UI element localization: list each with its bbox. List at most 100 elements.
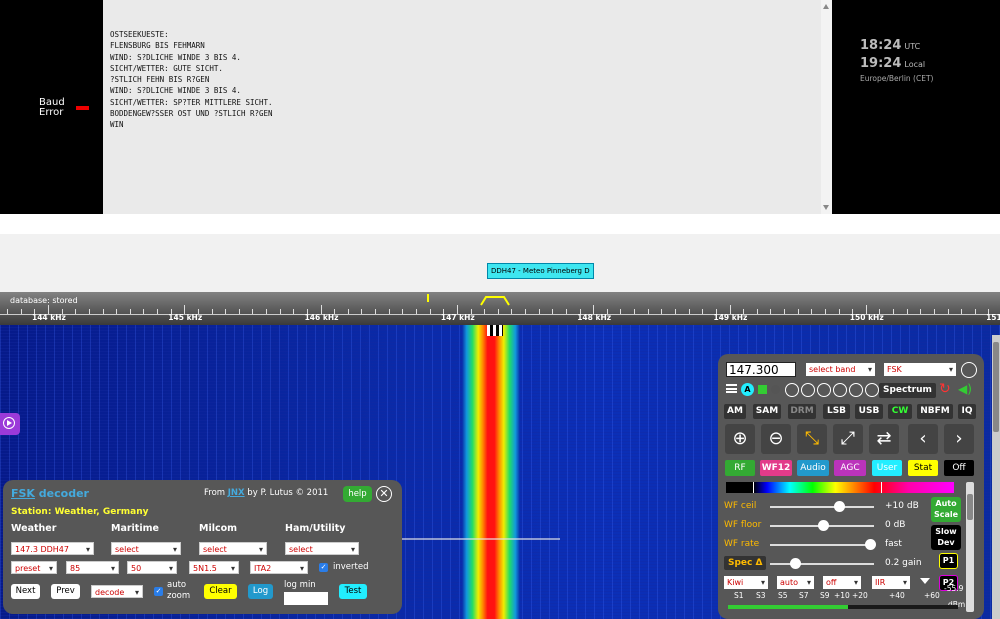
- slow-dev-button[interactable]: Slow Dev: [931, 525, 961, 550]
- auto-zoom-checkbox[interactable]: ✓: [154, 587, 163, 596]
- zoom-out-small-icon[interactable]: [801, 383, 815, 397]
- scale-tick: [211, 309, 213, 314]
- side-panel-toggle[interactable]: [0, 413, 20, 435]
- spec-value: 0.2 gain: [885, 558, 922, 568]
- wf-floor-slider[interactable]: [818, 520, 829, 531]
- help-button[interactable]: help: [343, 486, 372, 502]
- wf-rate-slider[interactable]: [865, 539, 876, 550]
- credit-suffix: by P. Lutus © 2011: [244, 488, 329, 498]
- play-icon[interactable]: [961, 362, 977, 378]
- speaker-icon[interactable]: ◀): [958, 382, 972, 396]
- error-label: Error: [39, 107, 64, 118]
- zoom-out-more-icon[interactable]: [817, 383, 831, 397]
- zoom-out-icon[interactable]: [785, 383, 799, 397]
- page-scroll-thumb[interactable]: [993, 342, 999, 432]
- s-label: S3: [756, 591, 766, 600]
- log-button[interactable]: Log: [248, 584, 273, 599]
- spectrum-button[interactable]: Spectrum: [879, 383, 936, 398]
- auto-scale-button[interactable]: Auto Scale: [931, 497, 961, 522]
- zoom-in-icon[interactable]: [849, 383, 863, 397]
- test-button[interactable]: Test: [339, 584, 367, 599]
- zoom-in-small-icon[interactable]: [833, 383, 847, 397]
- spec-slider[interactable]: [790, 558, 801, 569]
- close-icon[interactable]: ✕: [376, 486, 392, 502]
- p1-button[interactable]: P1: [939, 553, 958, 569]
- mode-am[interactable]: AM: [724, 404, 746, 419]
- wf-rate-track[interactable]: [770, 544, 874, 546]
- panel-scroll-thumb[interactable]: [967, 494, 973, 520]
- console-scrollbar[interactable]: [821, 0, 832, 214]
- mode-usb[interactable]: USB: [855, 404, 883, 419]
- next-button[interactable]: Next: [11, 584, 40, 599]
- spec-track[interactable]: [770, 563, 874, 565]
- tab-agc[interactable]: AGC: [834, 460, 866, 476]
- mode-iq[interactable]: IQ: [958, 404, 976, 419]
- maritime-select[interactable]: select: [111, 542, 181, 556]
- extension-select[interactable]: FSK: [884, 363, 956, 376]
- expand-icon[interactable]: ⤢: [833, 424, 863, 454]
- inverted-checkbox[interactable]: ✓: [319, 563, 328, 572]
- scale-tick: [484, 309, 486, 314]
- baud-select[interactable]: 50: [127, 561, 177, 575]
- mode-select[interactable]: decode: [91, 585, 143, 599]
- tab-rf[interactable]: RF: [725, 460, 755, 476]
- prev-button[interactable]: Prev: [51, 584, 80, 599]
- tab-audio[interactable]: Audio: [797, 460, 829, 476]
- tab-user[interactable]: User: [872, 460, 902, 476]
- mode-drm[interactable]: DRM: [788, 404, 816, 419]
- mode-lsb[interactable]: LSB: [823, 404, 850, 419]
- utc-label: UTC: [904, 42, 921, 51]
- frequency-scale[interactable]: database: stored 144 kHz 145 kHz 146 kHz 14…: [0, 292, 1000, 325]
- mode-sam[interactable]: SAM: [753, 404, 781, 419]
- zoom-in-big-icon[interactable]: ⊕: [725, 424, 755, 454]
- menu-icon[interactable]: [726, 384, 737, 393]
- shift-select[interactable]: 85: [66, 561, 119, 575]
- decoder-console[interactable]: OSTSEEKUESTE: FLENSBURG BIS FEHMARN WIND: …: [103, 0, 832, 214]
- zoom-out-big-icon[interactable]: ⊖: [761, 424, 791, 454]
- encoding-select[interactable]: ITA2: [250, 561, 308, 575]
- colormap-min-marker[interactable]: [753, 482, 754, 493]
- jnx-link[interactable]: JNX: [228, 488, 245, 498]
- zoom-max-icon[interactable]: [865, 383, 879, 397]
- mode-nbfm[interactable]: NBFM: [917, 404, 953, 419]
- wf-ceil-track[interactable]: [770, 506, 874, 508]
- fsk-link[interactable]: FSK: [11, 487, 35, 500]
- scroll-down-icon[interactable]: [823, 205, 829, 210]
- framing-select[interactable]: 5N1.5: [189, 561, 239, 575]
- clear-button[interactable]: Clear: [204, 584, 237, 599]
- scale-tick: [770, 309, 772, 314]
- band-select[interactable]: select band: [806, 363, 875, 376]
- auto-badge[interactable]: A: [741, 383, 754, 396]
- preset-select[interactable]: preset: [11, 561, 57, 575]
- step-down-icon[interactable]: ‹: [908, 424, 938, 454]
- collapse-icon[interactable]: ⤡: [797, 424, 827, 454]
- scale-tick: [565, 309, 567, 314]
- passband-icon[interactable]: [480, 294, 510, 306]
- header-weather: Weather: [11, 523, 57, 534]
- scale-tick: [497, 309, 499, 314]
- milcom-select[interactable]: select: [199, 542, 267, 556]
- refresh-icon[interactable]: ↻: [939, 381, 951, 397]
- expand-down-icon[interactable]: [920, 578, 930, 584]
- swap-icon[interactable]: ⇄: [869, 424, 899, 454]
- step-up-icon[interactable]: ›: [944, 424, 974, 454]
- colormap-bar[interactable]: [726, 482, 954, 493]
- lock-icon[interactable]: [758, 385, 767, 394]
- scroll-up-icon[interactable]: [823, 4, 829, 9]
- tab-stat[interactable]: Stat: [908, 460, 938, 476]
- tab-wf[interactable]: WF12: [760, 460, 792, 476]
- spec-button[interactable]: Spec Δ: [724, 556, 767, 570]
- mode-cw[interactable]: CW: [888, 404, 912, 419]
- tab-off[interactable]: Off: [944, 460, 974, 476]
- wf-ceil-slider[interactable]: [834, 501, 845, 512]
- log-min-input[interactable]: [284, 592, 328, 605]
- scale-tick: [893, 309, 895, 314]
- colormap-max-marker[interactable]: [881, 482, 882, 493]
- zoom-label: zoom: [167, 591, 191, 601]
- scale-tick: [906, 309, 908, 314]
- frequency-input[interactable]: 147.300: [726, 362, 796, 377]
- weather-select[interactable]: 147.3 DDH47: [11, 542, 94, 556]
- fsk-credit: From JNX by P. Lutus © 2011: [204, 488, 328, 498]
- station-label[interactable]: DDH47 - Meteo Pinneberg D: [487, 263, 594, 279]
- ham-utility-select[interactable]: select: [285, 542, 359, 556]
